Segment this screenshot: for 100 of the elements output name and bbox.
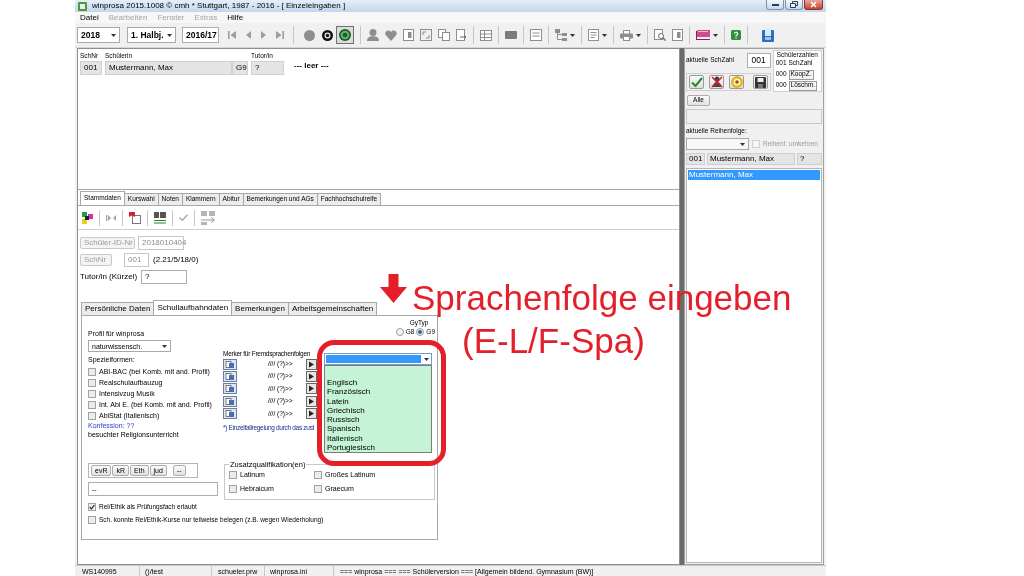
dropdown-option[interactable]: Spanisch [325, 424, 431, 434]
triangle-left-icon[interactable] [246, 31, 251, 39]
caret-icon [111, 33, 116, 37]
accept-button[interactable] [689, 75, 704, 89]
dropdown-option[interactable]: Latein [325, 396, 431, 406]
app-icon [78, 1, 87, 11]
target-icon [339, 29, 351, 41]
caret-icon[interactable] [713, 33, 718, 37]
caret-icon [162, 344, 167, 348]
restore-button[interactable] [785, 0, 803, 10]
frame-icon[interactable] [420, 29, 432, 41]
pages-icon[interactable] [223, 383, 237, 395]
disc-icon [730, 76, 743, 88]
copy-icon[interactable] [438, 29, 450, 41]
down-arrow-icon [380, 274, 407, 303]
tab[interactable]: Arbeitsgemeinschaften [287, 302, 378, 315]
pages-icon[interactable] [223, 358, 237, 370]
menu-item[interactable]: Datei [80, 13, 99, 22]
page-icon[interactable] [306, 371, 317, 383]
pages-icon[interactable] [223, 395, 237, 407]
check-icon [690, 77, 703, 87]
school-year-field[interactable]: 2016/17 [182, 27, 219, 43]
dropdown-option[interactable]: Portugiesisch [325, 443, 431, 453]
table-cell: 001 [686, 153, 705, 165]
dropdown-option[interactable]: Russisch [325, 415, 431, 425]
radio-button[interactable] [395, 328, 404, 336]
dropdown-option[interactable]: Italienisch [325, 433, 431, 444]
caret-icon[interactable] [602, 33, 607, 37]
pages-icon[interactable] [223, 408, 237, 420]
save-icon [754, 76, 766, 88]
language-dropdown[interactable] [324, 353, 432, 365]
dropdown-option[interactable]: Englisch [325, 378, 431, 388]
heart-icon[interactable] [385, 29, 397, 41]
restore-icon [790, 1, 798, 8]
person-cross-button[interactable] [709, 75, 724, 89]
caret-icon[interactable] [636, 33, 641, 37]
checkbox[interactable] [88, 367, 96, 376]
color-blocks-icon[interactable] [82, 211, 93, 224]
page-icon[interactable] [306, 408, 317, 420]
table-icon[interactable] [480, 29, 492, 41]
table-cell: ? [797, 153, 822, 165]
checkbox[interactable] [229, 484, 237, 493]
transfer-icon[interactable] [201, 210, 215, 225]
dropdown-option[interactable]: Französisch [325, 387, 431, 397]
close-button[interactable] [804, 0, 823, 10]
skip-forward-icon[interactable] [276, 31, 284, 39]
caret-icon [424, 357, 429, 361]
triangle-right-icon[interactable] [261, 31, 266, 39]
page-icon[interactable] [306, 383, 317, 395]
checkbox[interactable] [88, 378, 96, 387]
circle-icon [303, 29, 315, 41]
pages-icon[interactable] [223, 371, 237, 383]
save-button[interactable] [752, 75, 768, 89]
minimize-button[interactable] [766, 0, 784, 10]
tutor-field[interactable]: ? [141, 270, 187, 284]
checkbox[interactable] [88, 389, 96, 398]
form-icon[interactable] [530, 29, 542, 41]
annotation-subtitle: (E-L/F-Spa) [462, 323, 645, 358]
help-icon[interactable] [731, 30, 741, 40]
checkbox[interactable] [88, 516, 96, 525]
menu-item[interactable]: Hilfe [227, 13, 244, 22]
check-icon[interactable] [179, 214, 188, 221]
order-dropdown[interactable] [686, 138, 749, 150]
checkbox[interactable] [88, 411, 96, 420]
term-dropdown[interactable]: 1. Halbj. [127, 27, 176, 43]
year-dropdown[interactable]: 2018 [77, 27, 120, 43]
checkbox[interactable] [314, 484, 322, 493]
radio-button[interactable] [416, 328, 425, 336]
count-field[interactable]: 001 [746, 53, 771, 68]
text-lines-icon[interactable] [154, 211, 166, 224]
checkbox[interactable] [314, 470, 322, 479]
skip-back-icon[interactable] [228, 31, 236, 39]
checkbox[interactable] [88, 503, 96, 512]
preview-icon[interactable] [654, 29, 666, 41]
tab[interactable]: Persönliche Daten [81, 302, 155, 315]
page-icon[interactable] [306, 358, 317, 370]
checkbox[interactable] [229, 470, 237, 479]
page-icon[interactable] [306, 395, 317, 407]
person-cross-icon [710, 76, 723, 88]
number-code: (2.21/5/18/0) [153, 256, 199, 264]
table-cell: Mustermann, Max [105, 61, 232, 75]
tab[interactable]: Bemerkungen [231, 302, 289, 315]
minimize-icon [771, 3, 779, 6]
checkbox[interactable] [88, 400, 96, 409]
text-field[interactable] [686, 109, 822, 124]
tutor-label: Tutor/in (Kürzel) [80, 273, 138, 281]
caret-icon[interactable] [570, 33, 575, 37]
ring-icon [321, 29, 333, 41]
close-icon [810, 1, 817, 8]
table-cell: 001 [80, 61, 102, 75]
arrows-icon[interactable] [106, 214, 116, 221]
caret-icon [167, 33, 172, 37]
page-flag-icon[interactable] [129, 211, 141, 224]
book-icon[interactable] [696, 30, 710, 40]
disc-button[interactable] [729, 75, 744, 89]
table-cell: G9 [232, 61, 248, 75]
person-icon[interactable] [367, 29, 379, 41]
dropdown-option[interactable]: Griechisch [325, 405, 431, 416]
caret-icon [740, 142, 745, 146]
view-mode-button[interactable] [336, 26, 354, 44]
